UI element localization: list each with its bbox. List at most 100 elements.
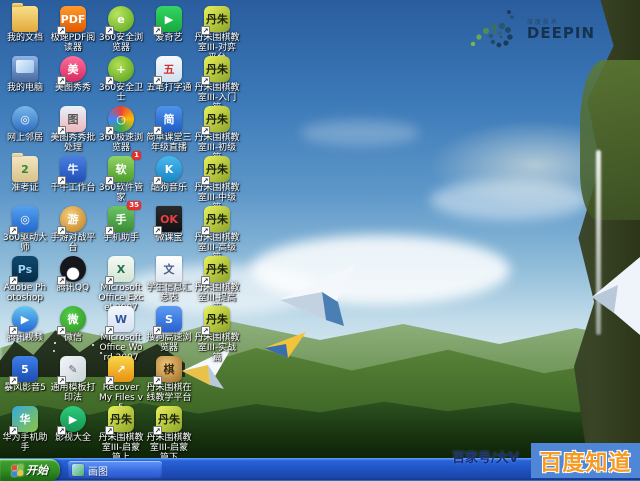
danzhu-gaoji-icon: 丹朱↗ [204, 206, 230, 232]
shortcut-arrow-icon: ↗ [105, 176, 114, 185]
shortcut-arrow-icon: ↗ [153, 76, 162, 85]
desktop-icon-label: 360极速浏览器 [98, 133, 144, 153]
yingshi-daquan-icon: ▶↗ [60, 406, 86, 432]
desktop-icon-danzhu-gaoji[interactable]: 丹朱↗丹朱围棋教室III-高级篇 [194, 206, 240, 263]
shortcut-arrow-icon: ↗ [153, 376, 162, 385]
icon-badge: 35 [127, 201, 141, 210]
desktop-icon-phone-assist[interactable]: 手↗35手机助手 [98, 206, 144, 243]
desktop-icon-danzhu-qimeng-xia[interactable]: 丹朱↗丹朱围棋教室III-启蒙篇下 [146, 406, 192, 458]
desktop-icon-label: Adobe Photoshop [2, 283, 48, 303]
windows-flag-icon [12, 464, 23, 476]
baidu-zhidao-text: 百度知道 [539, 445, 631, 477]
desktop-icon-360-chrome[interactable]: ○↗360极速浏览器 [98, 106, 144, 153]
desktop-icon-360-safe[interactable]: +↗360安全卫士 [98, 56, 144, 103]
icon-badge: 1 [132, 151, 141, 160]
desktop-icon-danzhu-shizhan[interactable]: 丹朱↗丹朱围棋教室III-实战篇 [194, 306, 240, 363]
desktop-icon-360-soft[interactable]: 软↗1360软件管家 [98, 156, 144, 203]
desktop-icon-label: 我的电脑 [2, 83, 48, 93]
desktop-icon-meitu[interactable]: 美↗美图秀秀 [50, 56, 96, 93]
desktop-icon-shouyou[interactable]: 游↗手游对战平台 [50, 206, 96, 253]
desktop-icon-tencent-video[interactable]: ▶↗腾讯视频 [2, 306, 48, 343]
word-icon: W↗ [108, 306, 134, 332]
shortcut-arrow-icon: ↗ [201, 326, 210, 335]
shortcut-arrow-icon: ↗ [57, 426, 66, 435]
shortcut-arrow-icon: ↗ [201, 176, 210, 185]
360-soft-icon: 软↗1 [108, 156, 134, 182]
desktop-icon-danzhu-zhongji[interactable]: 丹朱↗丹朱围棋教室III-中级篇 [194, 156, 240, 213]
shortcut-arrow-icon: ↗ [201, 26, 210, 35]
desktop-icon-danzhu-duiyi[interactable]: 丹朱↗丹朱围棋教室III-对弈平台 [194, 6, 240, 63]
desktop-icon-danzhu-qimeng-shang[interactable]: 丹朱↗丹朱围棋教室III-启蒙篇上 [98, 406, 144, 458]
qianniu-icon: 牛↗ [60, 156, 86, 182]
desktop-icon-label: 简单课堂三年级直播 [146, 133, 192, 153]
recover-my-files-icon: ↗↗ [108, 356, 134, 382]
desktop-icon-label: 学生信息汇总表 [146, 283, 192, 303]
desktop-icon-excel[interactable]: X↗Microsoft Office Excel 2007 [98, 256, 144, 313]
desktop-icon-danzhu-online[interactable]: 棋↗丹朱围棋在线教学平台 [146, 356, 192, 403]
jiandan-ketang-icon: 简↗ [156, 106, 182, 132]
desktop-icon-iqiyi[interactable]: ▶↗爱奇艺 [146, 6, 192, 43]
shortcut-arrow-icon: ↗ [57, 176, 66, 185]
start-button-label: 开始 [26, 462, 48, 478]
baidu-zhidao-badge: 百度知道 [531, 443, 640, 478]
desktop-icon-my-computer[interactable]: 我的电脑 [2, 56, 48, 93]
taskbar-window-button[interactable]: 画图 [68, 461, 162, 479]
desktop-icon-label: 丹朱围棋教室III-启蒙篇下 [146, 433, 192, 458]
tongyong-print-icon: ✎↗ [60, 356, 86, 382]
desktop-icon-label: 华为手机助手 [2, 433, 48, 453]
desktop-icon-label: 搜狗高速浏览器 [146, 333, 192, 353]
start-button[interactable]: 开始 [0, 459, 60, 481]
desktop-icon-zhunkaozheng[interactable]: 2准考证 [2, 156, 48, 193]
desktop-icon-wubi[interactable]: 五↗五笔打字通 [146, 56, 192, 93]
desktop-icon-weike-ok[interactable]: OK↗微课宝 [146, 206, 192, 243]
desktop-icon-huawei-hisuite[interactable]: 华↗华为手机助手 [2, 406, 48, 453]
desktop-icon-jiandan-ketang[interactable]: 简↗简单课堂三年级直播 [146, 106, 192, 153]
desktop-icon-label: 极速PDF阅读器 [50, 33, 96, 53]
desktop-icon-pdf-reader[interactable]: PDF↗极速PDF阅读器 [50, 6, 96, 53]
desktop-icon-recover-my-files[interactable]: ↗↗Recover My Files v5 [98, 356, 144, 413]
desktop-icon-danzhu-tigao[interactable]: 丹朱↗丹朱围棋教室III-提高篇 [194, 256, 240, 313]
desktop-icon-student-doc[interactable]: 文学生信息汇总表 [146, 256, 192, 303]
desktop-icon-danzhu-rumen[interactable]: 丹朱↗丹朱围棋教室III-入门篇 [194, 56, 240, 113]
shortcut-arrow-icon: ↗ [57, 226, 66, 235]
desktop-icon-baofeng[interactable]: 5↗暴风影音5 [2, 356, 48, 393]
danzhu-qimeng-shang-icon: 丹朱↗ [108, 406, 134, 432]
desktop-icon-sogou-browser[interactable]: S↗搜狗高速浏览器 [146, 306, 192, 353]
desktop-icon-360-driver[interactable]: ◎↗360驱动大师 [2, 206, 48, 253]
desktop-icon-label: 丹朱围棋教室III-启蒙篇上 [98, 433, 144, 458]
shortcut-arrow-icon: ↗ [153, 326, 162, 335]
desktop-icon-kugou[interactable]: K↗酷狗音乐 [146, 156, 192, 193]
shortcut-arrow-icon: ↗ [105, 376, 114, 385]
desktop-icon-label: 准考证 [2, 183, 48, 193]
tencent-qq-icon: ↗ [60, 256, 86, 282]
huawei-hisuite-icon: 华↗ [12, 406, 38, 432]
desktop-icon-meitu-batch[interactable]: 图↗美图秀秀批处理 [50, 106, 96, 153]
desktop-icon-wechat[interactable]: 微↗微信 [50, 306, 96, 343]
desktop-icon-tencent-qq[interactable]: ↗腾讯QQ [50, 256, 96, 293]
phone-assist-icon: 手↗35 [108, 206, 134, 232]
desktop-icon-photoshop[interactable]: Ps↗Adobe Photoshop [2, 256, 48, 303]
danzhu-online-icon: 棋↗ [156, 356, 182, 382]
my-computer-icon [12, 56, 38, 82]
shortcut-arrow-icon: ↗ [57, 326, 66, 335]
sogou-browser-icon: S↗ [156, 306, 182, 332]
network-places-icon: ◎ [12, 106, 38, 132]
meitu-batch-icon: 图↗ [60, 106, 86, 132]
desktop-icon-network-places[interactable]: ◎网上邻居 [2, 106, 48, 143]
shortcut-arrow-icon: ↗ [201, 76, 210, 85]
desktop-icon-tongyong-print[interactable]: ✎↗通用模板打印法 [50, 356, 96, 403]
desktop-icon-label: 360安全卫士 [98, 83, 144, 103]
wechat-icon: 微↗ [60, 306, 86, 332]
shortcut-arrow-icon: ↗ [153, 126, 162, 135]
shortcut-arrow-icon: ↗ [9, 376, 18, 385]
desktop-icon-qianniu[interactable]: 牛↗千牛工作台 [50, 156, 96, 193]
desktop-icon-my-documents[interactable]: 我的文档 [2, 6, 48, 43]
baofeng-icon: 5↗ [12, 356, 38, 382]
shortcut-arrow-icon: ↗ [201, 226, 210, 235]
desktop-icon-danzhu-chuji[interactable]: 丹朱↗丹朱围棋教室III-初级篇 [194, 106, 240, 163]
shortcut-arrow-icon: ↗ [201, 126, 210, 135]
desktop-icon-word[interactable]: W↗Microsoft Office Word 2007 [98, 306, 144, 363]
desktop-icon-360-browser[interactable]: e↗360安全浏览器 [98, 6, 144, 53]
weike-ok-icon: OK↗ [156, 206, 182, 232]
desktop-icon-yingshi-daquan[interactable]: ▶↗影视大全 [50, 406, 96, 443]
